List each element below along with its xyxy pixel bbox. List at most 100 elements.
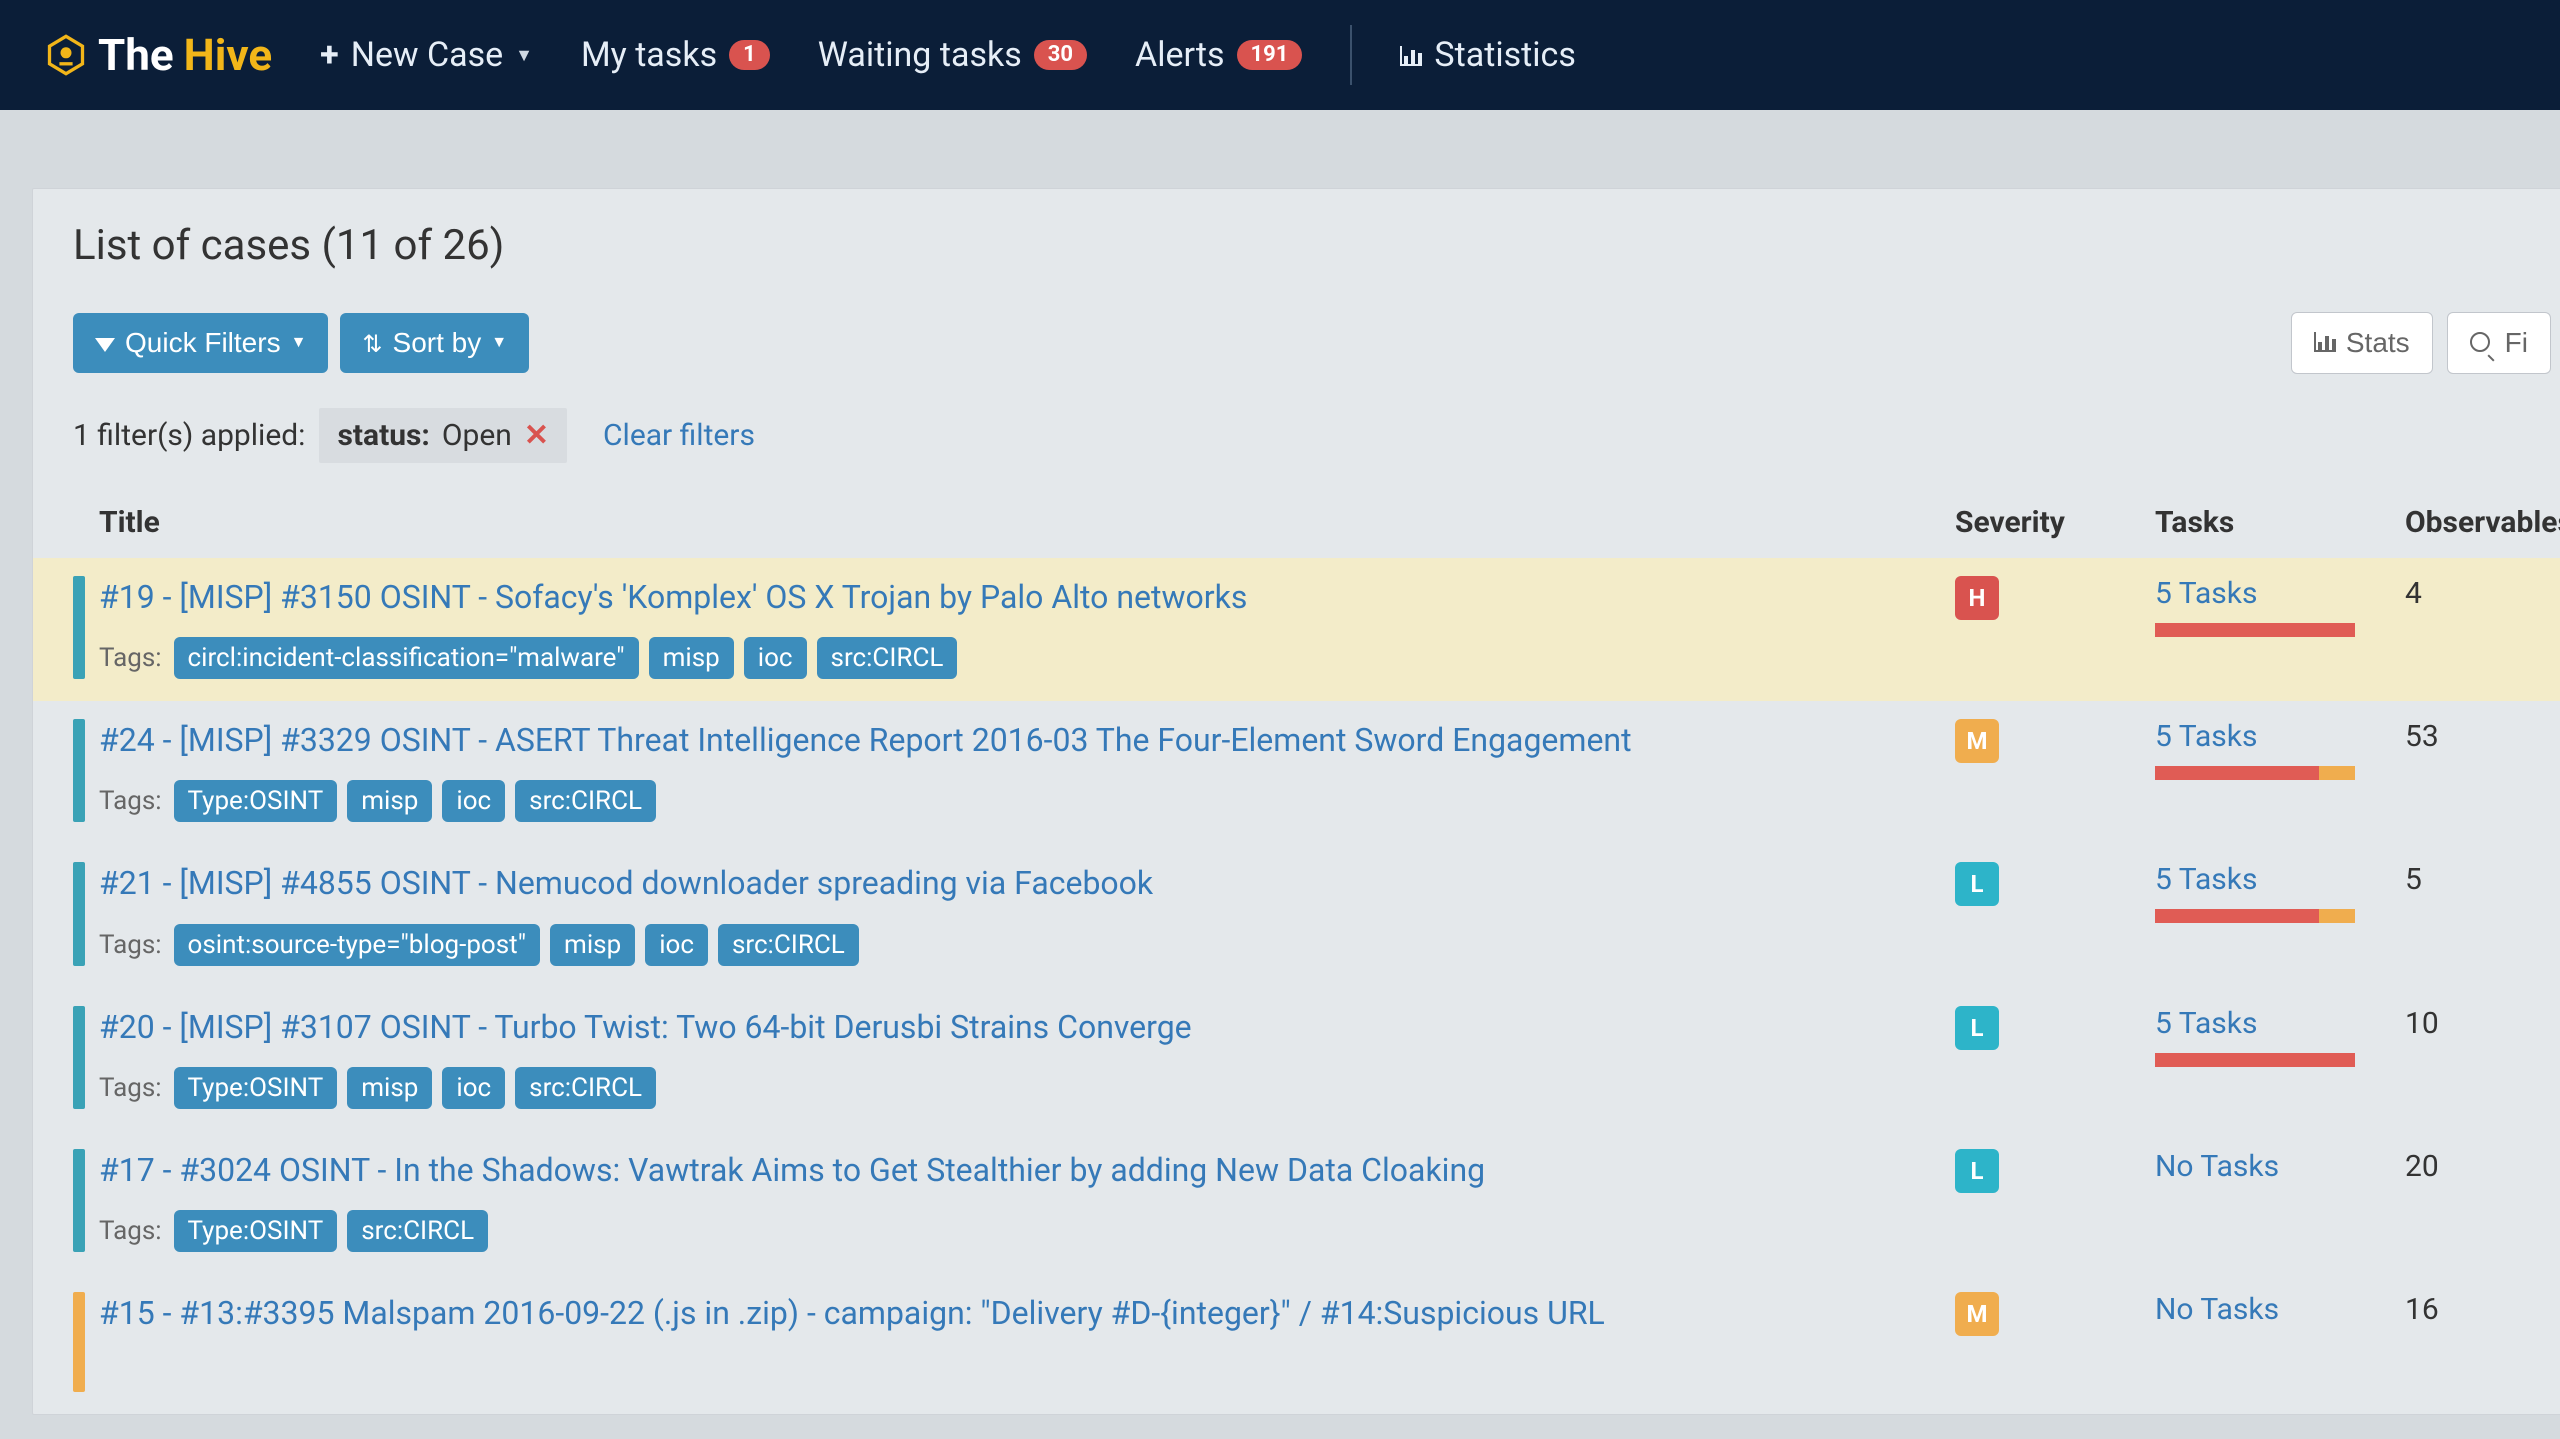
tag[interactable]: Type:OSINT [174, 780, 338, 822]
row-stripe [73, 576, 85, 679]
nav-label: Statistics [1434, 35, 1575, 75]
severity-badge: L [1955, 1149, 1999, 1193]
tag[interactable]: src:CIRCL [515, 1067, 656, 1109]
tasks-cell: 5 Tasks [2155, 862, 2405, 923]
tasks-link[interactable]: No Tasks [2155, 1292, 2279, 1327]
table-row: #20 - [MISP] #3107 OSINT - Turbo Twist: … [33, 988, 2560, 1131]
nav-alerts[interactable]: Alerts 191 [1135, 35, 1302, 75]
task-progress-bar [2155, 766, 2355, 780]
badge: 191 [1237, 40, 1303, 70]
case-title-link[interactable]: #21 - [MISP] #4855 OSINT - Nemucod downl… [99, 864, 1153, 902]
tag[interactable]: src:CIRCL [817, 637, 958, 679]
task-progress-bar [2155, 623, 2355, 637]
table-header: Title Severity Tasks Observables [33, 487, 2560, 558]
funnel-icon [95, 327, 115, 359]
tag[interactable]: osint:source-type="blog-post" [174, 924, 540, 966]
severity-badge: L [1955, 1006, 1999, 1050]
button-label: Stats [2346, 327, 2410, 359]
tag[interactable]: circl:incident-classification="malware" [174, 637, 639, 679]
case-title-link[interactable]: #15 - #13:#3395 Malspam 2016-09-22 (.js … [99, 1294, 1605, 1332]
chevron-down-icon: ▼ [491, 334, 507, 352]
tag-list: Tags:osint:source-type="blog-post"mispio… [99, 924, 1935, 966]
new-case-button[interactable]: New Case ▼ [320, 35, 533, 75]
find-button[interactable]: Fi [2447, 312, 2551, 374]
case-title-link[interactable]: #17 - #3024 OSINT - In the Shadows: Vawt… [99, 1151, 1485, 1189]
tag-list: Tags: circl:incident-classification="malw… [99, 637, 1935, 679]
nav-label: Alerts [1135, 35, 1225, 75]
app-logo[interactable]: TheHive [44, 29, 272, 81]
row-stripe [73, 862, 85, 965]
page-title: List of cases (11 of 26) [33, 189, 2560, 294]
observables-count[interactable]: 10 [2405, 1006, 2560, 1041]
tasks-cell: 5 Tasks [2155, 719, 2405, 780]
filter-value: Open [442, 418, 512, 453]
case-title-link[interactable]: #20 - [MISP] #3107 OSINT - Turbo Twist: … [99, 1008, 1192, 1046]
observables-count[interactable]: 20 [2405, 1149, 2560, 1184]
severity-cell: L [1955, 1006, 2155, 1050]
row-body: #20 - [MISP] #3107 OSINT - Turbo Twist: … [85, 1006, 1955, 1109]
nav-statistics[interactable]: Statistics [1400, 35, 1575, 75]
col-observables: Observables [2405, 505, 2560, 540]
table-row: #19 - [MISP] #3150 OSINT - Sofacy's 'Kom… [33, 558, 2560, 701]
severity-badge: M [1955, 719, 1999, 763]
button-label: Quick Filters [125, 327, 281, 359]
tag[interactable]: misp [649, 637, 734, 679]
sort-by-button[interactable]: Sort by ▼ [340, 313, 529, 373]
tag[interactable]: ioc [442, 780, 505, 822]
observables-count[interactable]: 4 [2405, 576, 2560, 611]
navbar: TheHive New Case ▼ My tasks 1 Waiting ta… [0, 0, 2560, 110]
tags-label: Tags: [99, 1073, 162, 1103]
plus-icon [320, 35, 339, 75]
case-title-link[interactable]: #24 - [MISP] #3329 OSINT - ASERT Threat … [99, 721, 1632, 759]
table-row: #24 - [MISP] #3329 OSINT - ASERT Threat … [33, 701, 2560, 844]
tag[interactable]: misp [347, 780, 432, 822]
tag-list: Tags: Type:OSINTmispiocsrc:CIRCL [99, 780, 1935, 822]
col-tasks: Tasks [2155, 505, 2405, 540]
row-body: #21 - [MISP] #4855 OSINT - Nemucod downl… [85, 862, 1955, 965]
observables-count[interactable]: 53 [2405, 719, 2560, 754]
row-stripe [73, 1149, 85, 1252]
severity-badge: M [1955, 1292, 1999, 1336]
stats-button[interactable]: Stats [2291, 312, 2433, 374]
nav-label: New Case [351, 35, 503, 75]
nav-my-tasks[interactable]: My tasks 1 [581, 35, 770, 75]
tag[interactable]: Type:OSINT [174, 1067, 338, 1109]
tag[interactable]: ioc [744, 637, 807, 679]
tag[interactable]: ioc [442, 1067, 505, 1109]
tags-label: Tags: [99, 786, 162, 816]
hive-icon [44, 33, 88, 77]
tasks-link[interactable]: 5 Tasks [2155, 576, 2257, 611]
toolbar: Quick Filters ▼ Sort by ▼ Stats Fi [33, 294, 2560, 408]
tasks-link[interactable]: 5 Tasks [2155, 719, 2257, 754]
severity-badge: L [1955, 862, 1999, 906]
tags-label: Tags: [99, 643, 162, 673]
logo-text-the: The [98, 29, 174, 81]
tag-list: Tags: Type:OSINTsrc:CIRCL [99, 1210, 1935, 1252]
remove-filter-icon[interactable]: ✕ [524, 418, 549, 453]
tags-label: Tags: [99, 1216, 162, 1246]
filter-chip: status: Open ✕ [319, 408, 567, 463]
task-progress-bar [2155, 909, 2355, 923]
case-title-link[interactable]: #19 - [MISP] #3150 OSINT - Sofacy's 'Kom… [99, 578, 1247, 616]
table-row: #17 - #3024 OSINT - In the Shadows: Vawt… [33, 1131, 2560, 1274]
nav-label: My tasks [581, 35, 717, 75]
tag[interactable]: ioc [645, 924, 708, 966]
tasks-link[interactable]: No Tasks [2155, 1149, 2279, 1184]
row-body: #15 - #13:#3395 Malspam 2016-09-22 (.js … [85, 1292, 1955, 1335]
badge: 30 [1034, 40, 1087, 70]
search-icon [2470, 327, 2495, 359]
tag[interactable]: misp [550, 924, 635, 966]
tag[interactable]: src:CIRCL [718, 924, 859, 966]
quick-filters-button[interactable]: Quick Filters ▼ [73, 313, 328, 373]
observables-count[interactable]: 16 [2405, 1292, 2560, 1327]
tasks-link[interactable]: 5 Tasks [2155, 862, 2257, 897]
observables-count[interactable]: 5 [2405, 862, 2560, 897]
tag[interactable]: src:CIRCL [515, 780, 656, 822]
tag[interactable]: misp [347, 1067, 432, 1109]
tag[interactable]: src:CIRCL [347, 1210, 488, 1252]
nav-waiting-tasks[interactable]: Waiting tasks 30 [818, 35, 1087, 75]
chart-icon [2314, 327, 2336, 359]
clear-filters-link[interactable]: Clear filters [603, 418, 755, 453]
tag[interactable]: Type:OSINT [174, 1210, 338, 1252]
tasks-link[interactable]: 5 Tasks [2155, 1006, 2257, 1041]
